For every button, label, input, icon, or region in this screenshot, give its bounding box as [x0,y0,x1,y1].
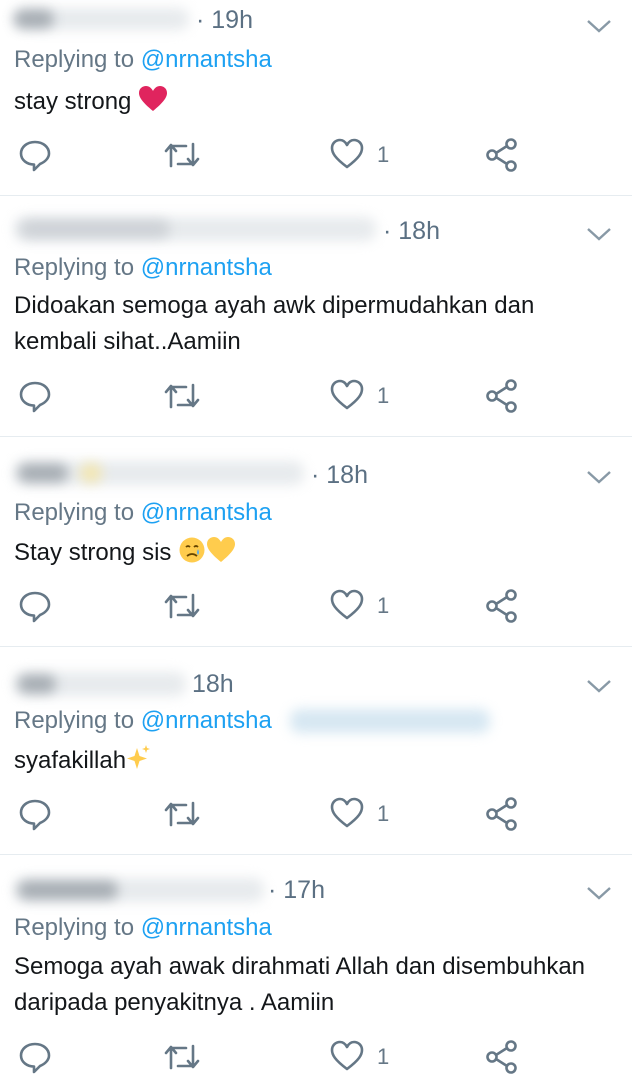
share-icon[interactable] [484,138,520,172]
tweet-actions: 1 [0,138,632,174]
tweet-time: 18h [192,670,234,698]
blurred-mention [290,709,490,733]
chevron-down-icon[interactable] [586,885,612,901]
replying-to: Replying to @nrnantsha [14,46,272,74]
like-count: 1 [377,142,390,167]
share-icon[interactable] [484,1040,520,1074]
reply-handle-link[interactable]: @nrnantsha [141,707,272,734]
replying-to: Replying to @nrnantsha [14,499,272,527]
blurred-display-name [18,675,56,693]
like-icon[interactable] [330,797,364,829]
like-icon[interactable] [330,379,364,411]
tweet-text: Semoga ayah awak dirahmati Allah dan dis… [14,953,586,1016]
crying-face-emoji-icon [179,537,205,563]
retweet-icon[interactable] [162,1040,202,1074]
tweet-text-content: Stay strong sis [14,539,172,566]
replying-to: Replying to @nrnantsha [14,254,272,282]
tweet-time: · 18h [383,217,440,245]
tweet-text: stay strong [14,84,614,120]
blurred-emoji [80,463,102,483]
reply-prefix: Replying to [14,707,135,734]
tweet-4[interactable]: 18h Replying to @nrnantsha syafakillah 1 [0,647,632,855]
reply-icon[interactable] [18,589,52,623]
tweet-3[interactable]: · 18h Replying to @nrnantsha Stay strong… [0,437,632,647]
chevron-down-icon[interactable] [586,18,612,34]
share-icon[interactable] [484,589,520,623]
red-heart-emoji-icon [139,86,168,111]
tweet-actions: 1 [0,1040,632,1076]
tweet-text: Didoakan semoga ayah awk dipermudahkan d… [14,292,535,355]
reply-prefix: Replying to [14,46,135,73]
like-count: 1 [377,801,390,826]
reply-prefix: Replying to [14,499,135,526]
tweet-actions: 1 [0,379,632,415]
retweet-icon[interactable] [162,138,202,172]
like-icon[interactable] [330,138,364,170]
like-count: 1 [377,383,390,408]
chevron-down-icon[interactable] [586,678,612,694]
chevron-down-icon[interactable] [586,226,612,242]
reply-handle-link[interactable]: @nrnantsha [141,499,272,526]
share-icon[interactable] [484,379,520,413]
like-icon[interactable] [330,589,364,621]
tweet-1[interactable]: · 19h Replying to @nrnantsha stay strong… [0,0,632,196]
yellow-heart-emoji-icon [207,537,236,562]
tweet-5[interactable]: · 17h Replying to @nrnantsha Semoga ayah… [0,855,632,1080]
reply-icon[interactable] [18,379,52,413]
like-count: 1 [377,593,390,618]
like-count: 1 [377,1044,390,1069]
retweet-icon[interactable] [162,589,202,623]
blurred-avatar-text [14,10,54,28]
tweet-time: · 19h [196,6,253,34]
tweet-text: Stay strong sis [14,535,614,571]
like-icon[interactable] [330,1040,364,1072]
retweet-icon[interactable] [162,797,202,831]
chevron-down-icon[interactable] [586,469,612,485]
blurred-display-name [18,881,118,899]
share-icon[interactable] [484,797,520,831]
tweet-2[interactable]: · 18h Replying to @nrnantsha Didoakan se… [0,196,632,437]
tweet-actions: 1 [0,589,632,625]
reply-icon[interactable] [18,1040,52,1074]
reply-icon[interactable] [18,138,52,172]
tweet-actions: 1 [0,797,632,833]
retweet-icon[interactable] [162,379,202,413]
sparkles-emoji-icon [127,745,151,769]
tweet-time: · 18h [311,461,368,489]
tweet-time: · 17h [268,876,325,904]
tweet-text-content: syafakillah [14,747,127,774]
reply-icon[interactable] [18,797,52,831]
replying-to: Replying to @nrnantsha [14,707,272,735]
reply-prefix: Replying to [14,254,135,281]
blurred-display-name [20,220,170,238]
blurred-display-name [18,464,68,482]
reply-prefix: Replying to [14,914,135,941]
reply-handle-link[interactable]: @nrnantsha [141,914,272,941]
reply-handle-link[interactable]: @nrnantsha [141,254,272,281]
tweet-text-content: stay strong [14,88,132,115]
reply-handle-link[interactable]: @nrnantsha [141,46,272,73]
tweet-text: syafakillah [14,743,614,779]
replying-to: Replying to @nrnantsha [14,914,272,942]
